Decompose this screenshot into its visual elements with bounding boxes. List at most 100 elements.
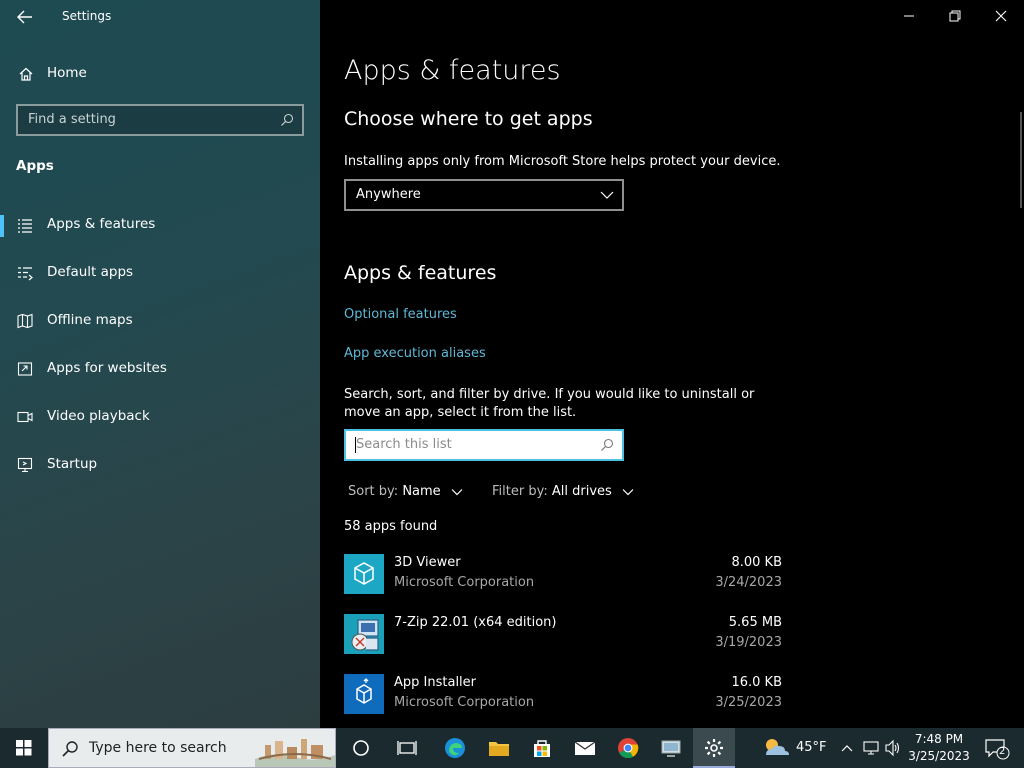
app-publisher: Microsoft Corporation bbox=[394, 695, 535, 710]
sidebar-item-label: Default apps bbox=[47, 264, 134, 280]
weather-temperature: 45°F bbox=[796, 740, 827, 755]
edge-taskbar-button[interactable] bbox=[434, 728, 476, 768]
find-setting-placeholder: Find a setting bbox=[28, 112, 116, 127]
sort-value: Name bbox=[402, 484, 441, 499]
app-title: Settings bbox=[62, 9, 112, 23]
sort-label: Sort by: bbox=[348, 484, 399, 499]
app-name: App Installer bbox=[394, 675, 477, 690]
sidebar-item-default-apps[interactable]: Default apps bbox=[0, 253, 320, 293]
notification-count: 2 bbox=[999, 746, 1006, 757]
app-execution-aliases-link[interactable]: App execution aliases bbox=[344, 346, 486, 361]
close-icon bbox=[995, 10, 1007, 22]
app-size: 5.65 MB bbox=[728, 615, 782, 630]
scrollbar[interactable] bbox=[1020, 112, 1022, 208]
app-date: 3/19/2023 bbox=[715, 635, 782, 650]
action-center-button[interactable]: 2 bbox=[976, 728, 1016, 768]
search-list-input[interactable]: Search this list bbox=[344, 429, 624, 461]
chevron-down-icon bbox=[451, 488, 463, 495]
gear-icon bbox=[705, 739, 723, 757]
app-size: 8.00 KB bbox=[731, 555, 782, 570]
sidebar-item-video-playback[interactable]: Video playback bbox=[0, 397, 320, 437]
sidebar-item-apps-features[interactable]: Apps & features bbox=[0, 205, 320, 245]
find-setting-input[interactable]: Find a setting bbox=[16, 104, 304, 136]
active-indicator bbox=[0, 215, 4, 237]
remote-desktop-taskbar-button[interactable] bbox=[650, 728, 692, 768]
cortana-button[interactable] bbox=[340, 728, 382, 768]
chevron-up-icon[interactable] bbox=[840, 728, 854, 768]
sidebar-item-startup[interactable]: Startup bbox=[0, 445, 320, 485]
app-list-item[interactable]: 3D Viewer Microsoft Corporation 8.00 KB … bbox=[344, 552, 784, 608]
app-source-dropdown[interactable]: Anywhere bbox=[344, 179, 624, 211]
sort-by-dropdown[interactable]: Sort by: Name bbox=[348, 484, 463, 499]
sidebar-item-label: Video playback bbox=[47, 408, 150, 424]
store-taskbar-button[interactable] bbox=[521, 728, 563, 768]
clock-date: 3/25/2023 bbox=[908, 749, 970, 763]
search-list-placeholder: Search this list bbox=[356, 437, 452, 452]
settings-content: Apps & features Choose where to get apps… bbox=[320, 0, 1024, 728]
store-icon bbox=[534, 740, 550, 757]
choose-apps-heading: Choose where to get apps bbox=[344, 108, 593, 130]
app-list-item[interactable]: App Installer Microsoft Corporation 16.0… bbox=[344, 672, 784, 728]
search-icon bbox=[601, 438, 614, 451]
sidebar-item-label: Apps for websites bbox=[47, 360, 167, 376]
close-button[interactable] bbox=[978, 0, 1024, 32]
chrome-taskbar-button[interactable] bbox=[607, 728, 649, 768]
app-installer-icon bbox=[344, 674, 384, 714]
3d-viewer-icon bbox=[344, 554, 384, 594]
task-view-button[interactable] bbox=[386, 728, 428, 768]
app-name: 7-Zip 22.01 (x64 edition) bbox=[394, 615, 557, 630]
mail-taskbar-button[interactable] bbox=[564, 728, 606, 768]
search-highlight-illustration bbox=[255, 729, 335, 767]
notification-icon bbox=[985, 739, 1010, 760]
weather-partly-cloudy-icon bbox=[766, 739, 789, 755]
windows-logo-icon bbox=[16, 740, 32, 756]
apps-found-count: 58 apps found bbox=[344, 519, 438, 534]
app-list-item[interactable]: 7-Zip 22.01 (x64 edition) 5.65 MB 3/19/2… bbox=[344, 612, 784, 668]
sidebar-item-label: Apps & features bbox=[47, 216, 156, 232]
app-date: 3/25/2023 bbox=[715, 695, 782, 710]
sidebar-item-label: Startup bbox=[47, 456, 98, 472]
sidebar-item-label: Home bbox=[47, 65, 87, 81]
taskbar-search-box[interactable]: Type here to search bbox=[48, 728, 336, 768]
chevron-down-icon bbox=[600, 191, 614, 199]
sidebar-item-offline-maps[interactable]: Offline maps bbox=[0, 301, 320, 341]
video-playback-icon bbox=[17, 411, 33, 423]
app-name: 3D Viewer bbox=[394, 555, 461, 570]
chrome-icon bbox=[618, 738, 639, 759]
filter-label: Filter by: bbox=[492, 484, 548, 499]
search-icon bbox=[281, 113, 294, 126]
back-button[interactable] bbox=[14, 6, 36, 28]
settings-sidebar: Settings Home Find a setting Apps Apps &… bbox=[0, 0, 320, 728]
offline-maps-icon bbox=[17, 313, 33, 329]
section-heading: Apps bbox=[16, 158, 54, 174]
app-size: 16.0 KB bbox=[731, 675, 782, 690]
start-button[interactable] bbox=[0, 728, 48, 768]
sidebar-item-label: Offline maps bbox=[47, 312, 133, 328]
optional-features-link[interactable]: Optional features bbox=[344, 307, 457, 322]
title-bar: Settings bbox=[0, 0, 320, 34]
app-publisher: Microsoft Corporation bbox=[394, 575, 535, 590]
clock-time: 7:48 PM bbox=[914, 732, 964, 746]
sidebar-item-home[interactable]: Home bbox=[0, 58, 320, 90]
startup-icon bbox=[17, 457, 33, 473]
minimize-icon bbox=[904, 15, 914, 17]
install-description: Installing apps only from Microsoft Stor… bbox=[344, 154, 781, 169]
filter-value: All drives bbox=[551, 484, 612, 499]
taskbar-clock[interactable]: 7:48 PM 3/25/2023 bbox=[908, 731, 970, 765]
volume-icon[interactable] bbox=[884, 728, 902, 768]
network-icon[interactable] bbox=[862, 728, 880, 768]
maximize-button[interactable] bbox=[932, 0, 978, 32]
app-date: 3/24/2023 bbox=[715, 575, 782, 590]
7zip-icon bbox=[344, 614, 384, 654]
search-icon bbox=[62, 741, 78, 757]
weather-widget[interactable]: 45°F bbox=[758, 728, 838, 768]
apps-features-icon bbox=[18, 219, 32, 233]
system-tray bbox=[838, 728, 908, 768]
task-view-icon bbox=[397, 741, 417, 755]
apps-features-heading: Apps & features bbox=[344, 262, 497, 284]
minimize-button[interactable] bbox=[886, 0, 932, 32]
settings-taskbar-button[interactable] bbox=[693, 728, 735, 768]
sidebar-item-apps-for-websites[interactable]: Apps for websites bbox=[0, 349, 320, 389]
file-explorer-taskbar-button[interactable] bbox=[478, 728, 520, 768]
filter-by-dropdown[interactable]: Filter by: All drives bbox=[492, 484, 634, 499]
